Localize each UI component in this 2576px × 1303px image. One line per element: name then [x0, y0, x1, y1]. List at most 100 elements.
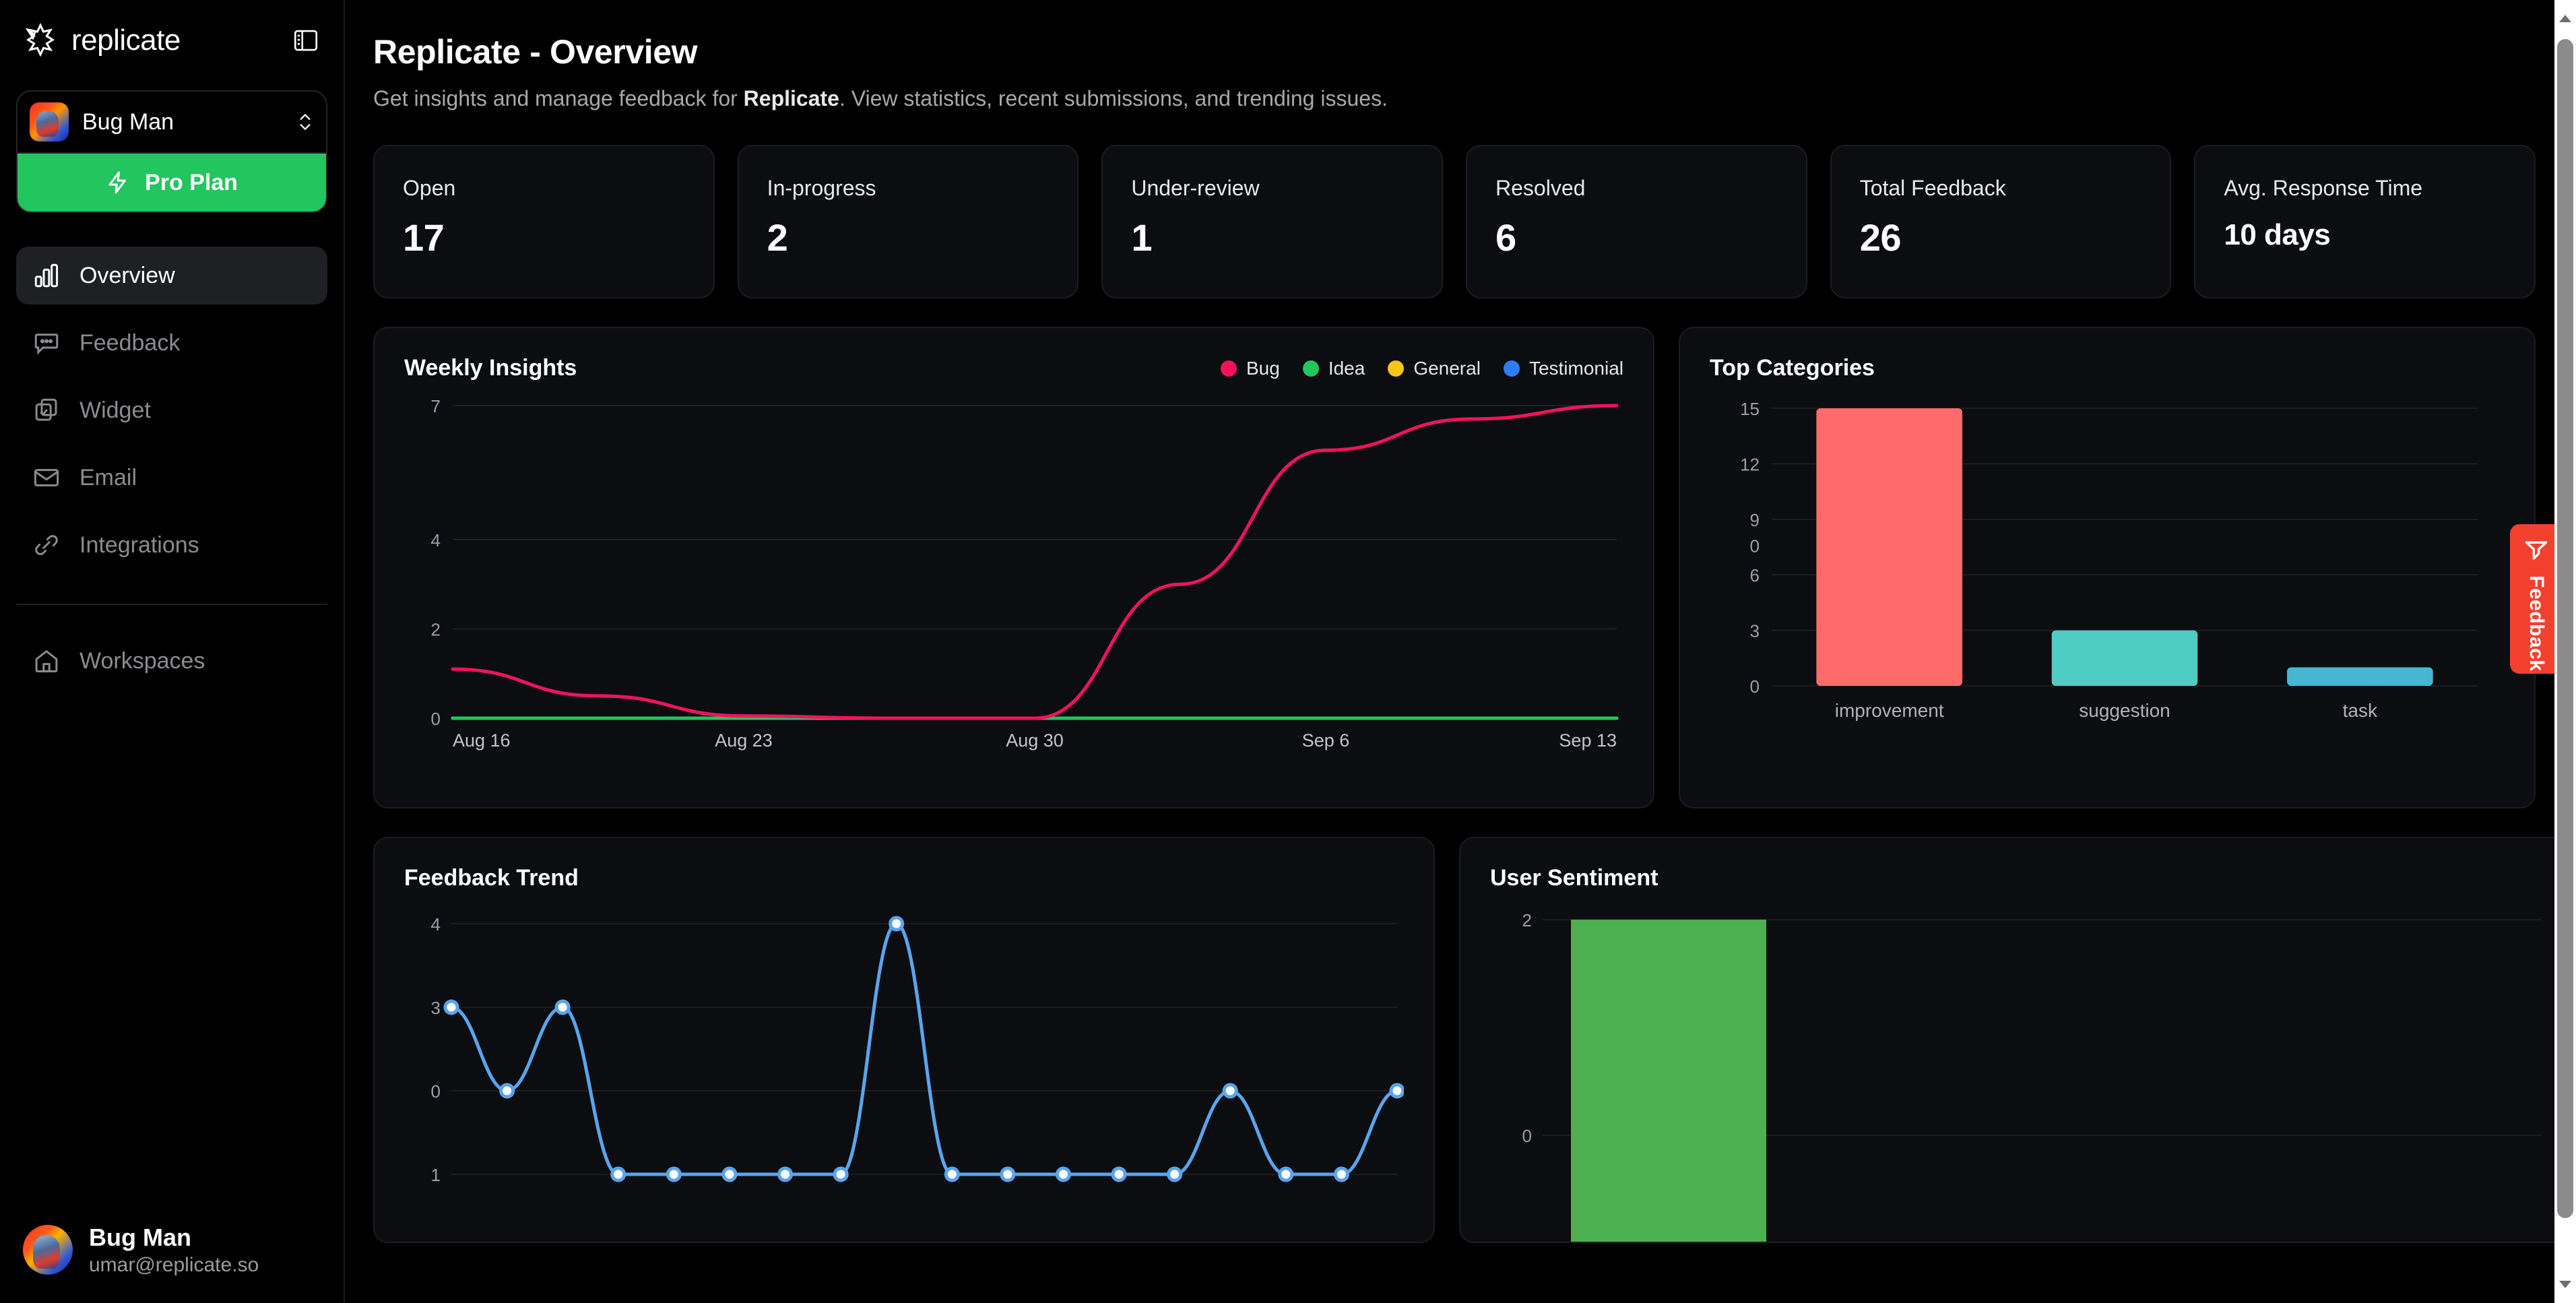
subtitle-part-1: Get insights and manage feedback for — [373, 86, 744, 110]
top-categories-header: Top Categories — [1710, 355, 2505, 381]
svg-text:Aug 23: Aug 23 — [715, 730, 773, 751]
feedback-trend-chart: 4301 — [404, 891, 1404, 1242]
scrollbar-thumb[interactable] — [2557, 39, 2573, 1218]
feedback-trend-header: Feedback Trend — [404, 865, 1404, 891]
stat-value: 2 — [767, 216, 1050, 259]
svg-text:2: 2 — [1522, 910, 1532, 930]
sidebar-item-label: Widget — [79, 398, 151, 424]
clipboard-check-icon — [31, 395, 62, 426]
home-icon — [31, 645, 62, 676]
brand-name: replicate — [71, 24, 181, 57]
stat-card-total-feedback[interactable]: Total Feedback 26 — [1830, 145, 2172, 298]
chat-bubble-icon — [31, 327, 62, 358]
user-avatar — [23, 1225, 73, 1275]
sidebar-user-profile[interactable]: Bug Man umar@replicate.so — [0, 1222, 344, 1303]
charts-row-2: Feedback Trend 4301 User Sentiment 20 — [373, 837, 2536, 1243]
feedback-tab-label: Feedback — [2525, 575, 2548, 671]
link-chain-icon — [31, 530, 62, 561]
page-scrollbar[interactable] — [2554, 0, 2576, 1303]
weekly-insights-title: Weekly Insights — [404, 355, 577, 381]
sidebar-item-email[interactable]: Email — [16, 449, 327, 507]
workspace-row[interactable]: Bug Man — [18, 92, 326, 152]
stat-value: 6 — [1495, 216, 1778, 259]
replicate-star-icon — [23, 23, 58, 58]
subtitle-part-2: . View statistics, recent submissions, a… — [839, 86, 1388, 110]
svg-text:Aug 30: Aug 30 — [1006, 730, 1064, 751]
sidebar-item-feedback[interactable]: Feedback — [16, 314, 327, 372]
stat-cards: Open 17 In-progress 2 Under-review 1 Res… — [373, 145, 2536, 298]
sidebar-item-integrations[interactable]: Integrations — [16, 516, 327, 574]
weekly-insights-card: Weekly Insights Bug Idea General — [373, 327, 1654, 808]
svg-text:Aug 16: Aug 16 — [453, 730, 511, 751]
top-categories-chart: 151290630improvementsuggestiontask — [1710, 381, 2505, 786]
sidebar-header: replicate — [0, 0, 344, 58]
svg-text:0: 0 — [1522, 1126, 1532, 1146]
weekly-insights-header: Weekly Insights Bug Idea General — [404, 355, 1623, 381]
sidebar: replicate Bug Man — [0, 0, 345, 1303]
feedback-arrow-icon — [2521, 536, 2551, 566]
weekly-insights-legend: Bug Idea General Testimonial — [1221, 358, 1623, 379]
feedback-trend-title: Feedback Trend — [404, 865, 579, 891]
legend-dot-icon — [1388, 360, 1404, 377]
stat-value: 1 — [1131, 216, 1413, 259]
legend-item-testimonial[interactable]: Testimonial — [1504, 358, 1623, 379]
svg-text:Sep 6: Sep 6 — [1302, 730, 1350, 751]
user-sentiment-chart: 20 — [1490, 891, 2548, 1242]
svg-text:9: 9 — [1750, 510, 1760, 530]
sidebar-item-widget[interactable]: Widget — [16, 381, 327, 439]
user-email: umar@replicate.so — [89, 1252, 259, 1278]
stat-value: 17 — [403, 216, 685, 259]
legend-item-idea[interactable]: Idea — [1303, 358, 1365, 379]
legend-item-general[interactable]: General — [1388, 358, 1481, 379]
svg-text:improvement: improvement — [1835, 700, 1944, 721]
svg-text:task: task — [2343, 700, 2378, 721]
stat-label: Open — [403, 176, 685, 201]
svg-text:2: 2 — [431, 619, 441, 639]
stat-card-under-review[interactable]: Under-review 1 — [1101, 145, 1443, 298]
legend-label: Bug — [1246, 358, 1280, 379]
sidebar-item-label: Workspaces — [79, 648, 205, 674]
stat-card-avg-response-time[interactable]: Avg. Response Time 10 days — [2194, 145, 2536, 298]
svg-text:0: 0 — [1750, 676, 1760, 697]
legend-item-bug[interactable]: Bug — [1221, 358, 1280, 379]
sidebar-nav: Overview Feedback — [16, 247, 327, 574]
stat-card-resolved[interactable]: Resolved 6 — [1466, 145, 1807, 298]
svg-text:3: 3 — [1750, 621, 1760, 641]
scroll-up-arrow[interactable] — [2559, 15, 2571, 22]
brand[interactable]: replicate — [23, 23, 181, 58]
sidebar-panel-icon[interactable] — [288, 23, 323, 58]
stat-card-open[interactable]: Open 17 — [373, 145, 715, 298]
stat-label: Under-review — [1131, 176, 1413, 201]
stat-value: 26 — [1860, 216, 2142, 259]
chevron-up-down-icon[interactable] — [296, 110, 314, 133]
svg-text:7: 7 — [431, 396, 441, 416]
user-sentiment-header: User Sentiment — [1490, 865, 2548, 891]
svg-text:0: 0 — [431, 1081, 441, 1102]
scroll-down-arrow[interactable] — [2559, 1281, 2571, 1288]
svg-text:0: 0 — [1750, 536, 1760, 556]
sidebar-divider — [16, 604, 327, 605]
feedback-trend-card: Feedback Trend 4301 — [373, 837, 1435, 1243]
stat-card-in-progress[interactable]: In-progress 2 — [738, 145, 1079, 298]
weekly-insights-chart: 0247Aug 16Aug 23Aug 30Sep 6Sep 13 — [404, 381, 1623, 786]
sidebar-item-overview[interactable]: Overview — [16, 247, 327, 305]
pro-plan-button[interactable]: Pro Plan — [18, 152, 326, 212]
svg-text:0: 0 — [431, 709, 441, 729]
svg-text:4: 4 — [431, 530, 441, 550]
top-categories-card: Top Categories 151290630improvementsugge… — [1679, 327, 2536, 808]
legend-label: Idea — [1328, 358, 1365, 379]
user-name: Bug Man — [89, 1222, 259, 1252]
legend-dot-icon — [1303, 360, 1319, 377]
sidebar-item-workspaces[interactable]: Workspaces — [16, 632, 327, 690]
stat-label: In-progress — [767, 176, 1050, 201]
charts-row-1: Weekly Insights Bug Idea General — [373, 327, 2536, 808]
workspace-avatar — [30, 102, 69, 141]
legend-label: Testimonial — [1529, 358, 1623, 379]
svg-text:suggestion: suggestion — [2079, 700, 2170, 721]
legend-dot-icon — [1221, 360, 1237, 377]
stat-label: Avg. Response Time — [2224, 176, 2506, 201]
page-title: Replicate - Overview — [373, 32, 2536, 71]
svg-text:6: 6 — [1750, 565, 1760, 585]
sidebar-nav-secondary: Workspaces — [16, 632, 327, 690]
envelope-icon — [31, 462, 62, 493]
